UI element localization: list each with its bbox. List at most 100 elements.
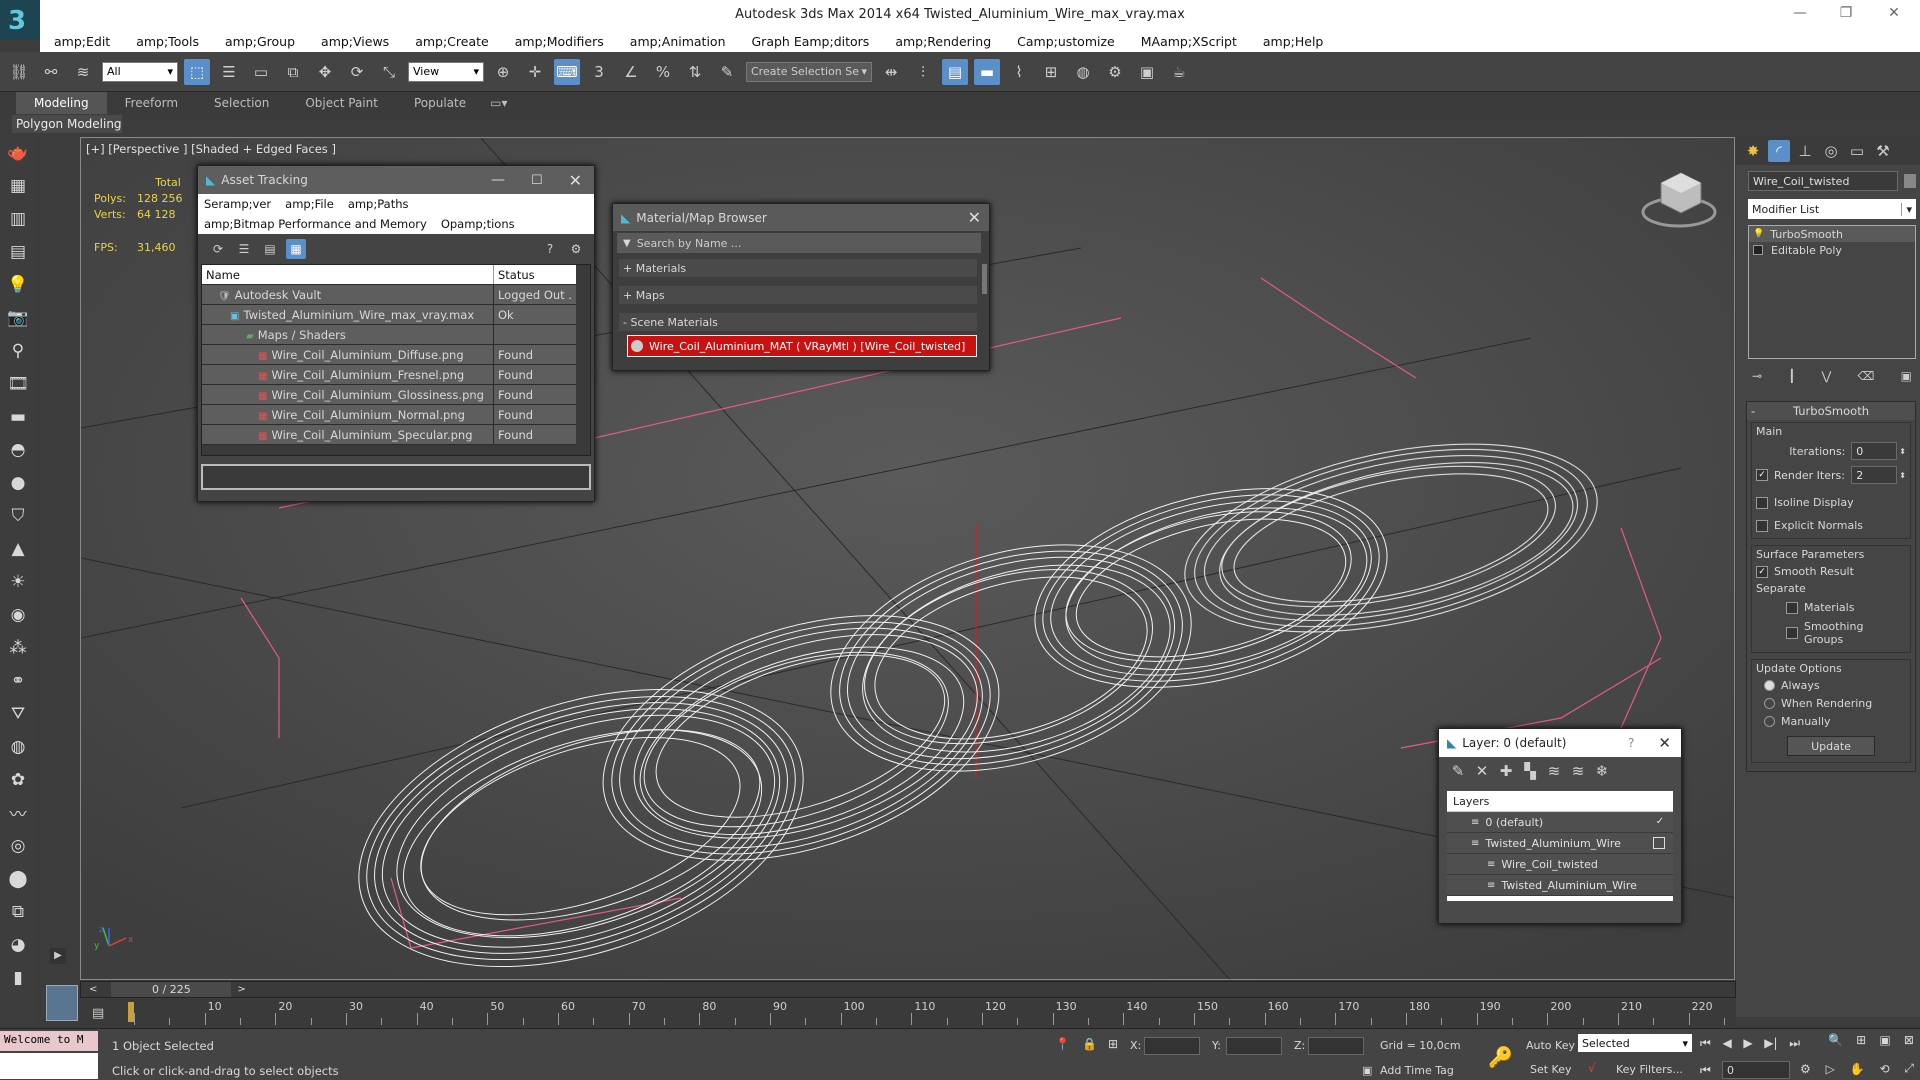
shield-icon[interactable]: ⛉ (0, 499, 36, 532)
menu-paths[interactable]: amp;Paths (348, 197, 409, 211)
app-logo-icon[interactable]: 3 (0, 0, 40, 40)
table-row[interactable]: ▣ Twisted_Aluminium_Wire_max_vray.max Ok (202, 304, 576, 325)
menu-server[interactable]: Seramp;ver (204, 197, 271, 211)
table-row[interactable]: 🛡 Autodesk Vault Logged Out . (202, 284, 576, 305)
unlink-icon[interactable]: ⚯ (38, 59, 64, 85)
box-icon[interactable]: ▦ (0, 169, 36, 202)
table-row[interactable]: ▦ Wire_Coil_Aluminium_Specular.png Found (202, 424, 576, 445)
material-browser-titlebar[interactable]: ◣ Material/Map Browser ✕ (613, 204, 989, 231)
maximize-viewport-icon[interactable]: ⤢ (1904, 1061, 1914, 1076)
tab-object-paint[interactable]: Object Paint (287, 92, 396, 114)
menu-tools[interactable]: amp;Tools (136, 34, 199, 49)
menu-graph-editors[interactable]: Graph Eamp;ditors (752, 34, 870, 49)
plane-icon[interactable]: ▬ (0, 400, 36, 433)
object-color-swatch[interactable] (1904, 174, 1916, 188)
angle-snap-icon[interactable]: ∠ (618, 59, 644, 85)
named-selection-input[interactable]: Create Selection Se ▾ (746, 61, 872, 82)
menu-file[interactable]: amp;File (285, 197, 334, 211)
maps-section[interactable]: + Maps (619, 286, 977, 304)
ball-icon[interactable]: ⬤ (0, 862, 36, 895)
tab-selection[interactable]: Selection (196, 92, 287, 114)
cylinder-icon[interactable]: ▥ (0, 202, 36, 235)
menu-edit[interactable]: amp;Edit (54, 34, 110, 49)
menu-rendering[interactable]: amp;Rendering (895, 34, 991, 49)
menu-customize[interactable]: Camp;ustomize (1017, 34, 1115, 49)
bones-icon[interactable]: ⚭ (0, 664, 36, 697)
maximize-button[interactable]: ☐ (531, 173, 543, 188)
stack-item-turbosmooth[interactable]: 💡 TurboSmooth (1749, 226, 1915, 242)
table-row[interactable]: ▦ Wire_Coil_Aluminium_Fresnel.png Found (202, 364, 576, 385)
menu-create[interactable]: amp;Create (415, 34, 489, 49)
configure-sets-icon[interactable]: ▣ (1901, 369, 1912, 383)
next-frame-icon[interactable]: ▶| (1764, 1036, 1777, 1050)
close-button[interactable]: ✕ (569, 171, 582, 190)
menu-options[interactable]: Opamp;tions (441, 217, 515, 231)
render-iters-spinner[interactable]: 2 (1851, 466, 1898, 484)
menu-bitmap-performance[interactable]: amp;Bitmap Performance and Memory (204, 217, 427, 231)
utilities-tab-icon[interactable]: ⚒ (1872, 140, 1894, 162)
field-of-view-icon[interactable]: ▷ (1826, 1062, 1835, 1076)
menu-help[interactable]: amp;Help (1263, 34, 1323, 49)
show-end-result-icon[interactable]: ┃ (1788, 369, 1795, 383)
close-button[interactable]: ✕ (1658, 734, 1671, 752)
cone-icon[interactable]: ▲ (0, 532, 36, 565)
list-item[interactable]: ≡ 0 (default) ✓ (1447, 812, 1673, 833)
orb-icon[interactable]: ◉ (0, 598, 36, 631)
asset-path-field[interactable] (201, 464, 591, 490)
key-icon[interactable]: 🔑 (1488, 1045, 1513, 1069)
select-object-icon[interactable]: ⬚ (184, 58, 210, 85)
absolute-mode-icon[interactable]: ⊞ (1108, 1037, 1118, 1051)
viewport-label[interactable]: [+] [Perspective ] [Shaded + Edged Faces… (86, 142, 336, 156)
asset-tracking-titlebar[interactable]: ◣ Asset Tracking — ☐ ✕ (198, 166, 594, 194)
scale-icon[interactable]: ⤡ (376, 59, 402, 85)
time-tag-icon[interactable]: ▣ (1362, 1064, 1372, 1077)
grid-view-icon[interactable]: ▦ (286, 239, 306, 259)
selection-filter-select[interactable]: All ▾ (102, 61, 178, 82)
rendered-frame-icon[interactable]: ▣ (1134, 59, 1160, 85)
tripod-icon[interactable]: ⛛ (0, 697, 36, 730)
auto-key-button[interactable]: Auto Key (1526, 1039, 1575, 1052)
book-icon[interactable]: ▮ (0, 961, 36, 994)
object-name-input[interactable]: Wire_Coil_twisted (1748, 171, 1898, 191)
stack-item-editable-poly[interactable]: Editable Poly (1749, 242, 1915, 258)
iterations-spinner[interactable]: 0 (1851, 442, 1898, 460)
minimize-button[interactable]: — (1780, 5, 1820, 21)
tab-freeform[interactable]: Freeform (107, 92, 196, 114)
render-setup-icon[interactable]: ⚙ (1102, 59, 1128, 85)
edit-named-selection-icon[interactable]: ✎ (714, 59, 740, 85)
go-to-end-icon[interactable]: ⏭ (1789, 1036, 1800, 1051)
prev-frame-icon[interactable]: < (89, 984, 97, 995)
add-time-tag[interactable]: Add Time Tag (1380, 1064, 1454, 1077)
menu-modifiers[interactable]: amp;Modifiers (515, 34, 604, 49)
menu-maxscript[interactable]: MAamp;XScript (1141, 34, 1237, 49)
camera-icon[interactable]: 📷 (0, 301, 36, 334)
col-name-header[interactable]: Name (202, 265, 494, 285)
highlight-selected-icon[interactable]: ≋ (1543, 760, 1565, 782)
restore-button[interactable]: ❐ (1826, 5, 1866, 21)
modifier-list-select[interactable]: Modifier List ▾ (1748, 199, 1916, 219)
add-to-layer-icon[interactable]: ✚ (1495, 760, 1517, 782)
curve-editor-icon[interactable]: ⌇ (1006, 59, 1032, 85)
zoom-extents-all-icon[interactable]: ⊠ (1904, 1033, 1914, 1047)
minimize-button[interactable]: — (491, 172, 505, 188)
remove-modifier-icon[interactable]: ⌫ (1858, 369, 1875, 383)
time-slider[interactable]: < 0 / 225 > (80, 981, 1736, 998)
current-layer-check[interactable] (1653, 837, 1665, 849)
orbit-icon[interactable]: ⟲ (1879, 1062, 1889, 1076)
material-search-input[interactable]: Search by Name ... (637, 237, 742, 250)
bind-space-warp-icon[interactable]: ≋ (70, 59, 96, 85)
maxscript-output[interactable] (0, 1053, 98, 1079)
select-highlight-icon[interactable]: ▚ (1519, 760, 1541, 782)
close-button[interactable]: ✕ (968, 208, 981, 227)
make-unique-icon[interactable]: ⋁ (1822, 369, 1832, 383)
pan-icon[interactable]: ✋ (1850, 1062, 1865, 1076)
new-layer-icon[interactable]: ✎ (1447, 760, 1469, 782)
close-button[interactable]: ✕ (1874, 5, 1914, 21)
filter-dropdown-icon[interactable]: ▼ (623, 238, 631, 249)
percent-snap-icon[interactable]: % (650, 59, 676, 85)
smoothing-groups-checkbox[interactable] (1786, 627, 1798, 639)
scene-materials-section[interactable]: - Scene Materials (619, 313, 977, 331)
x-coord-field[interactable] (1144, 1037, 1200, 1055)
smooth-result-checkbox[interactable]: ✓ (1756, 565, 1768, 578)
film-icon[interactable]: 🎞 (0, 367, 36, 400)
